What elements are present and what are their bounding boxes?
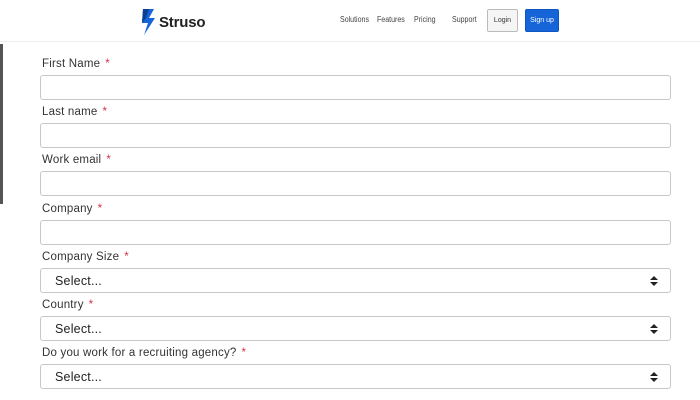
nav-link-pricing[interactable]: Pricing xyxy=(414,15,436,24)
top-navbar: Struso Solutions Features Pricing Suppor… xyxy=(0,0,700,42)
company-field: Company * xyxy=(40,201,671,245)
brand-name: Struso xyxy=(159,13,206,31)
required-marker: * xyxy=(105,58,110,70)
work-email-label: Work email xyxy=(42,154,102,166)
recruiting-agency-selected-value: Select... xyxy=(55,369,102,384)
company-size-label: Company Size xyxy=(42,251,120,263)
company-size-selected-value: Select... xyxy=(55,273,102,288)
required-marker: * xyxy=(88,299,94,311)
company-size-field: Company Size * Select... xyxy=(40,249,671,293)
recruiting-agency-select[interactable]: Select... xyxy=(40,364,671,389)
struso-logo-icon xyxy=(142,9,155,35)
company-size-select[interactable]: Select... xyxy=(40,268,671,293)
company-input[interactable] xyxy=(40,220,671,245)
required-marker: * xyxy=(97,203,103,215)
last-name-field: Last name * xyxy=(40,104,671,148)
signup-button[interactable]: Sign up xyxy=(525,9,559,32)
select-arrows-icon xyxy=(650,371,658,382)
required-marker: * xyxy=(124,251,129,263)
recruiting-agency-label: Do you work for a recruiting agency? xyxy=(42,347,237,359)
nav-link-solutions[interactable]: Solutions xyxy=(340,15,369,24)
recruiting-agency-field: Do you work for a recruiting agency? * Se… xyxy=(40,345,671,389)
nav-link-support[interactable]: Support xyxy=(452,15,477,24)
required-marker: * xyxy=(106,154,111,166)
country-label: Country xyxy=(42,299,84,311)
login-button[interactable]: Login xyxy=(487,9,518,32)
select-arrows-icon xyxy=(650,275,658,286)
country-select[interactable]: Select... xyxy=(40,316,671,341)
select-arrows-icon xyxy=(650,323,658,334)
last-name-label: Last name xyxy=(42,106,98,118)
brand-logo[interactable]: Struso xyxy=(141,8,206,36)
nav-link-features[interactable]: Features xyxy=(377,15,405,24)
first-name-input[interactable] xyxy=(40,75,671,100)
company-label: Company xyxy=(42,203,93,215)
last-name-input[interactable] xyxy=(40,123,671,148)
first-name-label: First Name xyxy=(42,58,101,70)
work-email-input[interactable] xyxy=(40,171,671,196)
first-name-field: First Name * xyxy=(40,56,671,100)
required-marker: * xyxy=(241,347,247,359)
scroll-indicator xyxy=(0,44,3,204)
work-email-field: Work email * xyxy=(40,152,671,196)
country-field: Country * Select... xyxy=(40,297,671,341)
country-selected-value: Select... xyxy=(55,321,102,336)
required-marker: * xyxy=(102,106,108,118)
